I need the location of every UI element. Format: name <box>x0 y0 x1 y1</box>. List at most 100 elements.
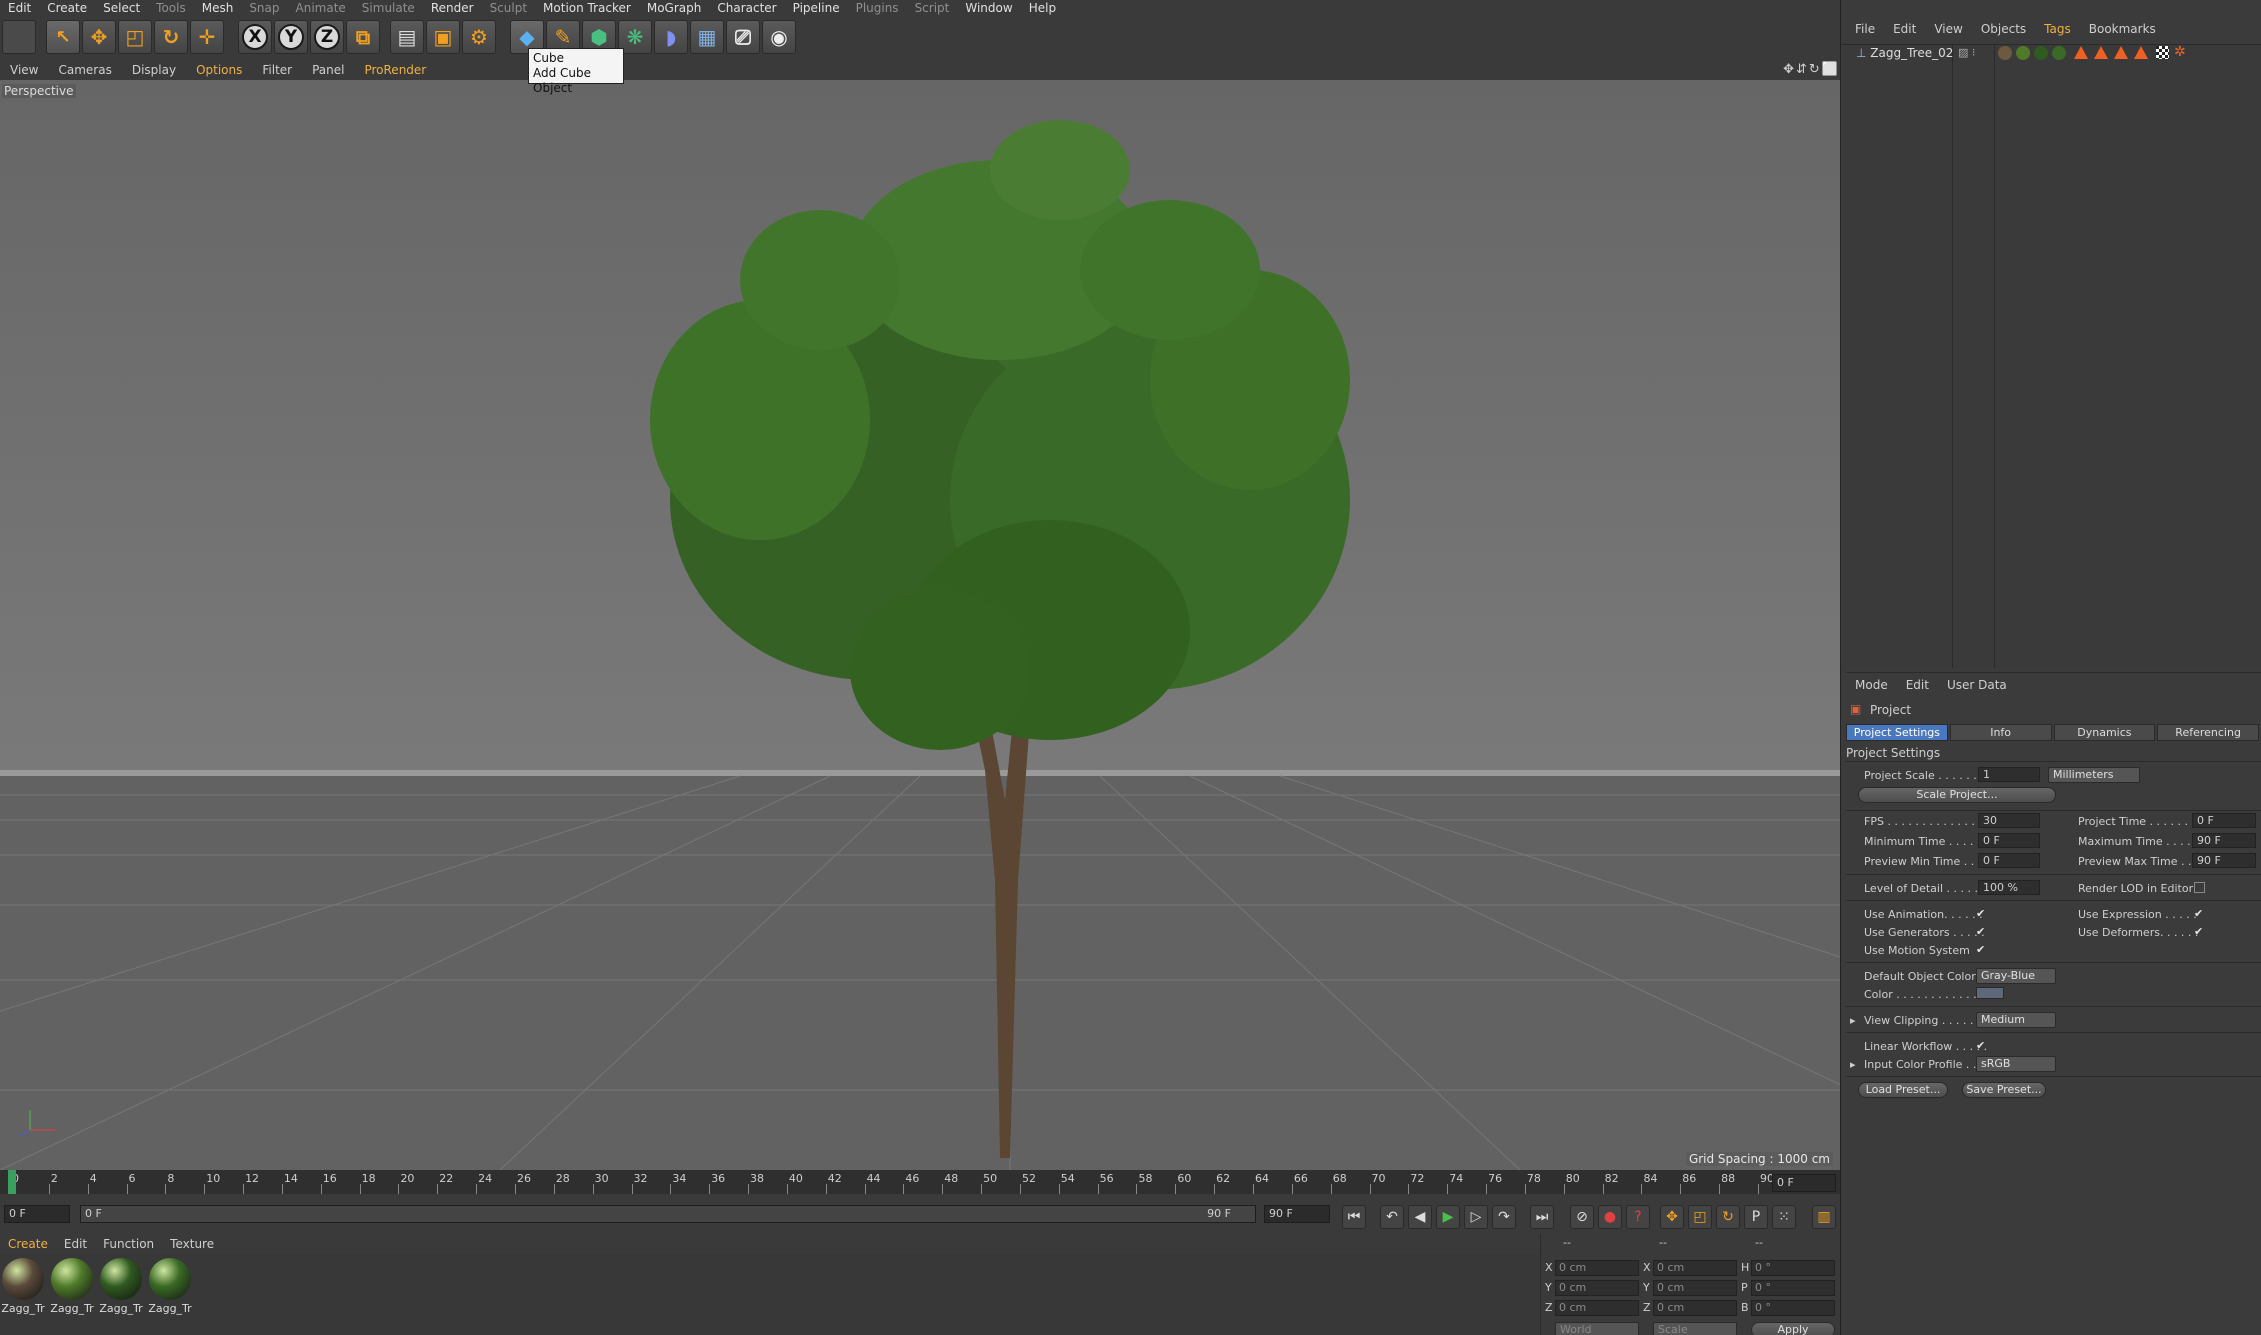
object-row[interactable]: ⊥ Zagg_Tree_02 <box>1856 46 1953 60</box>
menu-select[interactable]: Select <box>95 0 148 16</box>
start-frame-field[interactable]: 0 F <box>4 1205 70 1223</box>
use-generators-checkbox[interactable]: ✔ <box>1976 926 1987 937</box>
menu-snap[interactable]: Snap <box>241 0 287 16</box>
go-to-end-icon[interactable]: ⏭ <box>1530 1205 1554 1229</box>
x-axis-lock-icon[interactable]: X <box>238 20 272 54</box>
current-frame-field[interactable]: 0 F <box>1772 1174 1836 1192</box>
material-swatch[interactable]: Zagg_Tr <box>49 1258 95 1315</box>
menu-sculpt[interactable]: Sculpt <box>482 0 535 16</box>
select-tool-icon[interactable]: ↖ <box>46 20 80 54</box>
use-deformers-checkbox[interactable]: ✔ <box>2194 926 2205 937</box>
units-dropdown[interactable]: Millimeters <box>2048 767 2140 783</box>
use-motion-checkbox[interactable]: ✔ <box>1976 944 1987 955</box>
menu-pipeline[interactable]: Pipeline <box>785 0 848 16</box>
preview-max-field[interactable]: 90 F <box>2192 853 2256 868</box>
viewport-navigation-icons[interactable]: ✥⇵↻⬜ <box>1783 62 1840 77</box>
default-color-dropdown[interactable]: Gray-Blue <box>1976 968 2056 984</box>
apply-button[interactable]: Apply <box>1751 1322 1835 1335</box>
timeline-window-icon[interactable]: ▥ <box>1812 1205 1836 1229</box>
selection-tag-icon[interactable] <box>2114 46 2128 59</box>
undo-icon[interactable] <box>2 20 36 54</box>
menu-render[interactable]: Render <box>423 0 482 16</box>
render-settings-icon[interactable]: ⚙ <box>462 20 496 54</box>
tab-info[interactable]: Info <box>1949 724 2052 741</box>
menu-help[interactable]: Help <box>1021 0 1064 16</box>
menu-script[interactable]: Script <box>907 0 958 16</box>
previous-frame-icon[interactable]: ◀ <box>1408 1205 1432 1229</box>
scale-key-icon[interactable]: ◰ <box>1688 1205 1712 1229</box>
tab-project-settings[interactable]: Project Settings <box>1846 724 1948 741</box>
input-color-profile-dropdown[interactable]: sRGB <box>1976 1056 2056 1072</box>
material-menu-texture[interactable]: Texture <box>162 1237 222 1251</box>
expand-arrow-icon[interactable]: ▸ <box>1850 1014 1856 1027</box>
position-x-field[interactable]: 0 cm <box>1555 1260 1639 1276</box>
size-z-field[interactable]: 0 cm <box>1653 1300 1737 1316</box>
min-time-field[interactable]: 0 F <box>1978 833 2040 848</box>
preview-min-field[interactable]: 0 F <box>1978 853 2040 868</box>
object-menu-tags[interactable]: Tags <box>2035 22 2080 36</box>
play-icon[interactable]: ▶ <box>1436 1205 1460 1229</box>
material-tag-icon[interactable] <box>2016 46 2030 60</box>
render-lod-checkbox[interactable] <box>2194 882 2205 893</box>
previous-key-icon[interactable]: ↶ <box>1380 1205 1404 1229</box>
fps-field[interactable]: 30 <box>1978 813 2040 828</box>
z-axis-lock-icon[interactable]: Z <box>310 20 344 54</box>
object-menu-objects[interactable]: Objects <box>1972 22 2035 36</box>
keyframe-selection-icon[interactable]: ? <box>1626 1205 1650 1229</box>
menu-character[interactable]: Character <box>709 0 784 16</box>
selection-tag-icon[interactable] <box>2074 46 2088 59</box>
selection-tag-icon[interactable] <box>2094 46 2108 59</box>
material-tag-icon[interactable] <box>2052 46 2066 60</box>
position-z-field[interactable]: 0 cm <box>1555 1300 1639 1316</box>
visibility-toggle-icon[interactable]: ▨ ⁝ <box>1958 46 1975 59</box>
save-preset-button[interactable]: Save Preset... <box>1962 1082 2046 1098</box>
material-menu-function[interactable]: Function <box>95 1237 162 1251</box>
tab-dynamics[interactable]: Dynamics <box>2053 724 2156 741</box>
size-x-field[interactable]: 0 cm <box>1653 1260 1737 1276</box>
selection-tag-icon[interactable] <box>2134 46 2148 59</box>
phong-tag-icon[interactable]: ✲ <box>2174 44 2186 60</box>
use-animation-checkbox[interactable]: ✔ <box>1976 908 1987 919</box>
menu-motion-tracker[interactable]: Motion Tracker <box>535 0 639 16</box>
attribute-menu-edit[interactable]: Edit <box>1897 678 1938 692</box>
tab-referencing[interactable]: Referencing <box>2157 724 2259 741</box>
menu-animate[interactable]: Animate <box>288 0 354 16</box>
project-scale-field[interactable]: 1 <box>1978 767 2040 782</box>
object-menu-file[interactable]: File <box>1846 22 1884 36</box>
next-frame-icon[interactable]: ▷ <box>1464 1205 1488 1229</box>
menu-window[interactable]: Window <box>957 0 1020 16</box>
position-y-field[interactable]: 0 cm <box>1555 1280 1639 1296</box>
use-expression-checkbox[interactable]: ✔ <box>2194 908 2205 919</box>
rotation-h-field[interactable]: 0 ° <box>1751 1260 1835 1276</box>
material-swatch[interactable]: Zagg_Tr <box>147 1258 193 1315</box>
project-time-field[interactable]: 0 F <box>2192 813 2256 828</box>
attribute-menu-user-data[interactable]: User Data <box>1938 678 2016 692</box>
coordinate-mode-dropdown[interactable]: World <box>1555 1322 1639 1335</box>
light-icon[interactable]: ◉ <box>762 20 796 54</box>
menu-create[interactable]: Create <box>39 0 95 16</box>
expand-arrow-icon[interactable]: ▸ <box>1850 1058 1856 1071</box>
texture-tag-icon[interactable] <box>2156 46 2169 59</box>
size-y-field[interactable]: 0 cm <box>1653 1280 1737 1296</box>
attribute-menu-mode[interactable]: Mode <box>1846 678 1897 692</box>
material-menu-create[interactable]: Create <box>0 1237 56 1251</box>
material-tag-icon[interactable] <box>2034 46 2048 60</box>
viewport-menu-prorender[interactable]: ProRender <box>354 63 436 77</box>
timeline-ruler[interactable]: 0246810121416182022242628303234363840424… <box>0 1170 1840 1194</box>
viewport-menu-view[interactable]: View <box>0 63 48 77</box>
menu-mograph[interactable]: MoGraph <box>639 0 710 16</box>
coordinate-system-icon[interactable]: ⧉ <box>346 20 380 54</box>
render-picture-viewer-icon[interactable]: ▣ <box>426 20 460 54</box>
y-axis-lock-icon[interactable]: Y <box>274 20 308 54</box>
render-view-icon[interactable]: ▤ <box>390 20 424 54</box>
timeline-playhead[interactable] <box>8 1170 16 1194</box>
menu-plugins[interactable]: Plugins <box>848 0 907 16</box>
viewport-menu-cameras[interactable]: Cameras <box>48 63 121 77</box>
deformer-icon[interactable]: ◗ <box>654 20 688 54</box>
next-key-icon[interactable]: ↷ <box>1492 1205 1516 1229</box>
material-tag-icon[interactable] <box>1998 46 2012 60</box>
rotation-p-field[interactable]: 0 ° <box>1751 1280 1835 1296</box>
scale-mode-dropdown[interactable]: Scale <box>1653 1322 1737 1335</box>
position-key-icon[interactable]: ✥ <box>1660 1205 1684 1229</box>
parameter-key-icon[interactable]: P <box>1744 1205 1768 1229</box>
